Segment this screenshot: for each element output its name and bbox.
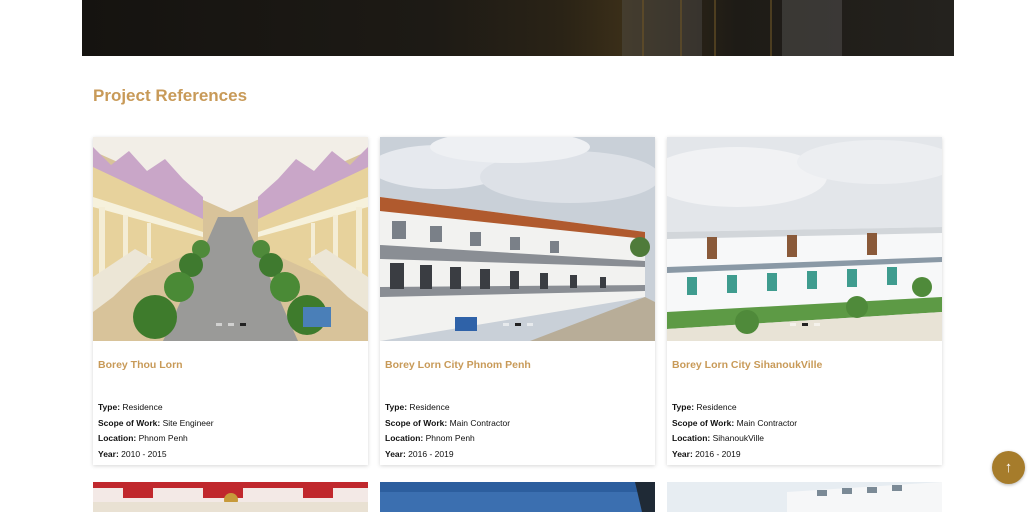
project-name[interactable]: Borey Lorn City SihanoukVille	[672, 359, 822, 371]
carousel-dot[interactable]	[813, 323, 820, 326]
carousel-indicators[interactable]	[93, 313, 368, 331]
location-label: Location:	[672, 433, 711, 443]
type-label: Type:	[98, 402, 121, 412]
project-photo	[667, 137, 942, 341]
project-card[interactable]: Borey Lorn City SihanoukVille Type: Resi…	[667, 137, 942, 465]
type-value: Residence	[122, 402, 163, 412]
project-photo	[380, 137, 655, 341]
project-name[interactable]: Borey Thou Lorn	[98, 359, 183, 371]
project-details: Type: Residence Scope of Work: Main Cont…	[672, 400, 797, 462]
scope-label: Scope of Work:	[98, 417, 161, 428]
scope-value: Main Contractor	[736, 417, 798, 428]
section-title: Project References	[93, 86, 248, 105]
project-photo-carousel[interactable]	[380, 137, 655, 341]
carousel-dot-active[interactable]	[514, 323, 521, 326]
year-label: Year:	[672, 448, 693, 459]
project-card-partial[interactable]	[380, 482, 655, 512]
project-name[interactable]: Borey Lorn City Phnom Penh	[385, 359, 531, 371]
type-value: Residence	[696, 402, 737, 412]
year-label: Year:	[98, 448, 119, 459]
project-photo	[93, 137, 368, 341]
project-photo-carousel[interactable]	[93, 137, 368, 341]
carousel-indicators[interactable]	[380, 313, 655, 331]
carousel-dot[interactable]	[227, 323, 234, 326]
project-details: Type: Residence Scope of Work: Main Cont…	[385, 400, 510, 462]
year-label: Year:	[385, 448, 406, 459]
type-label: Type:	[672, 402, 695, 412]
project-photo	[93, 482, 368, 512]
carousel-dot[interactable]	[215, 323, 222, 326]
project-photo-carousel[interactable]	[667, 137, 942, 341]
carousel-dot[interactable]	[789, 323, 796, 326]
project-photo	[380, 482, 655, 512]
project-card-partial[interactable]	[93, 482, 368, 512]
scope-value: Site Engineer	[162, 417, 214, 428]
scope-value: Main Contractor	[449, 417, 511, 428]
project-card[interactable]: Borey Lorn City Phnom Penh Type: Residen…	[380, 137, 655, 465]
project-photo	[667, 482, 942, 512]
location-value: Phnom Penh	[425, 433, 475, 443]
arrow-up-icon: ↑	[1004, 459, 1013, 476]
project-card[interactable]: Borey Thou Lorn Type: Residence Scope of…	[93, 137, 368, 465]
type-label: Type:	[385, 402, 408, 412]
year-value: 2016 - 2019	[695, 448, 741, 459]
project-details: Type: Residence Scope of Work: Site Engi…	[98, 400, 214, 462]
scope-label: Scope of Work:	[385, 417, 448, 428]
carousel-dot[interactable]	[526, 323, 533, 326]
scroll-to-top-button[interactable]: ↑	[992, 451, 1025, 484]
carousel-dot-active[interactable]	[239, 323, 246, 326]
location-value: Phnom Penh	[138, 433, 188, 443]
year-value: 2010 - 2015	[121, 448, 167, 459]
type-value: Residence	[409, 402, 450, 412]
carousel-indicators[interactable]	[667, 313, 942, 331]
carousel-dot-active[interactable]	[801, 323, 808, 326]
year-value: 2016 - 2019	[408, 448, 454, 459]
project-card-partial[interactable]	[667, 482, 942, 512]
location-label: Location:	[98, 433, 137, 443]
carousel-dot[interactable]	[502, 323, 509, 326]
scope-label: Scope of Work:	[672, 417, 735, 428]
location-value: SihanoukVille	[712, 433, 764, 443]
hero-banner-image	[82, 0, 954, 56]
location-label: Location:	[385, 433, 424, 443]
